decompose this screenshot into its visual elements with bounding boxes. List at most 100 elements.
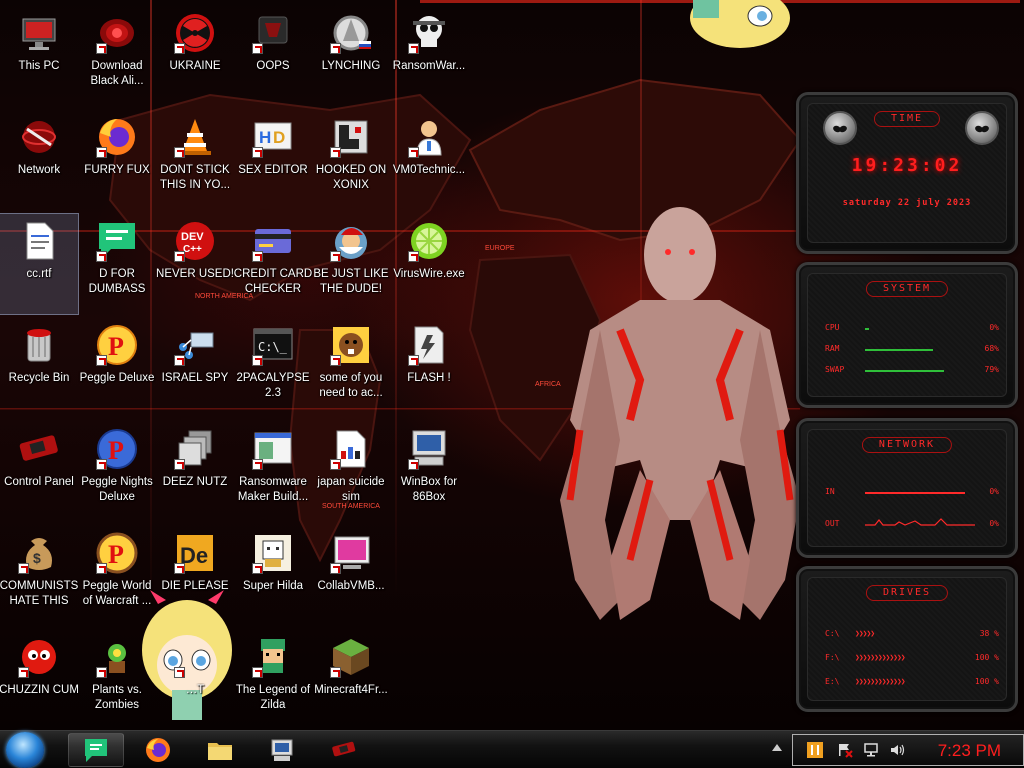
drives-gadget[interactable]: DRIVES C:\ ❯❯❯❯❯ 38 % F:\ ❯❯❯❯❯❯❯❯❯❯❯❯❯ … xyxy=(796,566,1018,712)
taskbar-alien-console[interactable] xyxy=(316,733,372,767)
taskbar-old-pc-app[interactable] xyxy=(254,733,310,767)
desktop-icon[interactable]: D FOR DUMBASS xyxy=(78,214,156,314)
skull-icon xyxy=(406,10,452,56)
old-pc-icon xyxy=(406,426,452,472)
cartoon-girl-sticker-top xyxy=(690,0,790,48)
taskbar-file-explorer[interactable] xyxy=(192,733,248,767)
desktop-icon[interactable]: Recycle Bin xyxy=(0,318,78,418)
desktop-icon[interactable]: DEEZ NUTZ xyxy=(156,422,234,522)
desktop-icon-label: OOPS xyxy=(256,60,290,72)
desktop-icon[interactable]: …T xyxy=(156,630,234,730)
desktop-icon[interactable]: HOOKED ON XONIX xyxy=(312,110,390,210)
shortcut-arrow-icon xyxy=(96,147,107,158)
old-pc-icon xyxy=(271,739,293,761)
desktop-icon[interactable]: P Peggle Nights Deluxe xyxy=(78,422,156,522)
desktop-icon[interactable]: Plants vs. Zombies xyxy=(78,630,156,730)
desktop-icon[interactable]: Super Hilda xyxy=(234,526,312,626)
desktop-icon-label: Download Black Ali... xyxy=(90,60,144,87)
desktop-icon[interactable]: FLASH ! xyxy=(390,318,468,418)
network-out-graph xyxy=(865,518,975,526)
desktop-icon[interactable]: CHUZZIN CUM xyxy=(0,630,79,730)
desktop-icon[interactable]: japan suicide sim xyxy=(312,422,390,522)
desktop-icon-label: CREDIT CARD CHECKER xyxy=(233,268,313,295)
desktop-icon[interactable]: $ COMMUNISTS HATE THIS G... xyxy=(0,526,78,626)
desktop-icon-label: SEX EDITOR xyxy=(238,164,308,176)
desktop-icon-label: Minecraft4Fr... xyxy=(314,684,388,696)
shortcut-arrow-icon xyxy=(174,355,185,366)
desktop-icon[interactable]: Network xyxy=(0,110,78,210)
drives-gadget-title: DRIVES xyxy=(865,585,949,601)
pixel-hilda-icon xyxy=(250,530,296,576)
desktop-icon[interactable]: LYNCHING xyxy=(312,6,390,106)
shortcut-arrow-icon xyxy=(252,563,263,574)
desktop-icon[interactable]: Minecraft4Fr... xyxy=(312,630,390,730)
desktop-icon[interactable]: OOPS xyxy=(234,6,312,106)
system-row-value: 0% xyxy=(989,323,999,332)
desktop-icon[interactable]: De DIE PLEASE xyxy=(156,526,234,626)
system-row-label: SWAP xyxy=(825,365,845,374)
desktop-icon[interactable]: ISRAEL SPY xyxy=(156,318,234,418)
taskbar-show-hidden-icons[interactable] xyxy=(772,744,782,751)
desktop-icon-label: some of you need to ac... xyxy=(319,372,383,399)
desktop-icon[interactable]: P Peggle Deluxe xyxy=(78,318,156,418)
system-gadget[interactable]: SYSTEM CPU 0% RAM 68% SWAP 79% xyxy=(796,262,1018,408)
sliders-tray-icon[interactable] xyxy=(807,742,823,758)
desktop-icon[interactable]: Download Black Ali... xyxy=(78,6,156,106)
taskbar-firefox[interactable] xyxy=(130,733,186,767)
desktop-icon[interactable]: This PC xyxy=(0,6,78,106)
desktop-icon[interactable]: VM0Technic... xyxy=(390,110,468,210)
drive-row-c: C:\ ❯❯❯❯❯ 38 % xyxy=(825,629,999,641)
desktop-icon[interactable]: UKRAINE xyxy=(156,6,234,106)
shortcut-arrow-icon xyxy=(408,355,419,366)
desktop-icon[interactable]: BE JUST LIKE THE DUDE! xyxy=(312,214,390,314)
time-gadget-clock: 19:23:02 xyxy=(851,155,963,176)
hidden-icon xyxy=(172,634,218,680)
desktop-icon[interactable]: The Legend of Zilda xyxy=(234,630,312,730)
desktop-icon[interactable]: DEV C++ NEVER USED! xyxy=(156,214,234,314)
desktop-icon[interactable]: Control Panel xyxy=(0,422,78,522)
time-gadget[interactable]: TIME 19:23:02 saturday 22 july 2023 xyxy=(796,92,1018,254)
map-label-africa: AFRICA xyxy=(535,381,561,388)
shortcut-arrow-icon xyxy=(330,563,341,574)
shortcut-arrow-icon xyxy=(174,563,185,574)
shortcut-arrow-icon xyxy=(174,251,185,262)
desktop-icon[interactable]: cc.rtf xyxy=(0,213,79,315)
system-row-swap: SWAP 79% xyxy=(825,365,999,377)
desktop-icon-label: UKRAINE xyxy=(169,60,221,72)
desktop-icon-label: ISRAEL SPY xyxy=(161,372,229,384)
beaver-icon xyxy=(328,322,374,368)
taskbar-speech-bubble-app[interactable] xyxy=(68,733,124,767)
collabvm-icon xyxy=(328,530,374,576)
desktop-icon[interactable]: CollabVMB... xyxy=(312,526,390,626)
desktop-icon[interactable]: RansomWar... xyxy=(390,6,468,106)
desktop-icon[interactable]: FURRY FUX xyxy=(78,110,156,210)
drive-row-label: E:\ xyxy=(825,677,840,686)
desktop-icon-label: …T xyxy=(185,684,205,696)
desktop-icon-label: Super Hilda xyxy=(242,580,304,592)
shortcut-arrow-icon xyxy=(408,459,419,470)
desktop-icon-label: Ransomware Maker Build... xyxy=(237,476,309,503)
drive-row-label: F:\ xyxy=(825,653,840,662)
desktop-icon[interactable]: some of you need to ac... xyxy=(312,318,390,418)
desktop-icon-label: RansomWar... xyxy=(392,60,466,72)
desktop-icon[interactable]: CREDIT CARD CHECKER xyxy=(234,214,312,314)
system-row-label: RAM xyxy=(825,344,840,353)
flag-warning-icon[interactable] xyxy=(837,742,853,758)
desktop-icon[interactable]: P Peggle World of Warcraft ... xyxy=(78,526,156,626)
taskbar-clock[interactable]: 7:23 PM xyxy=(938,741,1001,761)
desktop-icon[interactable]: C:\_ 2PACALYPSE 2.3 xyxy=(234,318,312,418)
desktop-icon[interactable]: DONT STICK THIS IN YO... xyxy=(156,110,234,210)
desktop-icon[interactable]: Ransomware Maker Build... xyxy=(234,422,312,522)
shortcut-arrow-icon xyxy=(96,667,107,678)
desktop-icon[interactable]: H D SEX EDITOR xyxy=(234,110,312,210)
doctor-icon xyxy=(406,114,452,160)
network-status-icon[interactable] xyxy=(863,742,879,758)
volume-icon[interactable] xyxy=(889,742,905,758)
drive-row-value: 100 % xyxy=(974,653,999,662)
shortcut-arrow-icon xyxy=(252,43,263,54)
start-button[interactable] xyxy=(6,732,44,768)
desktop-icon[interactable]: VirusWire.exe xyxy=(390,214,468,314)
network-gadget[interactable]: NETWORK IN 0% OUT 0% xyxy=(796,418,1018,558)
plants-icon xyxy=(94,634,140,680)
desktop-icon[interactable]: WinBox for 86Box xyxy=(390,422,468,522)
